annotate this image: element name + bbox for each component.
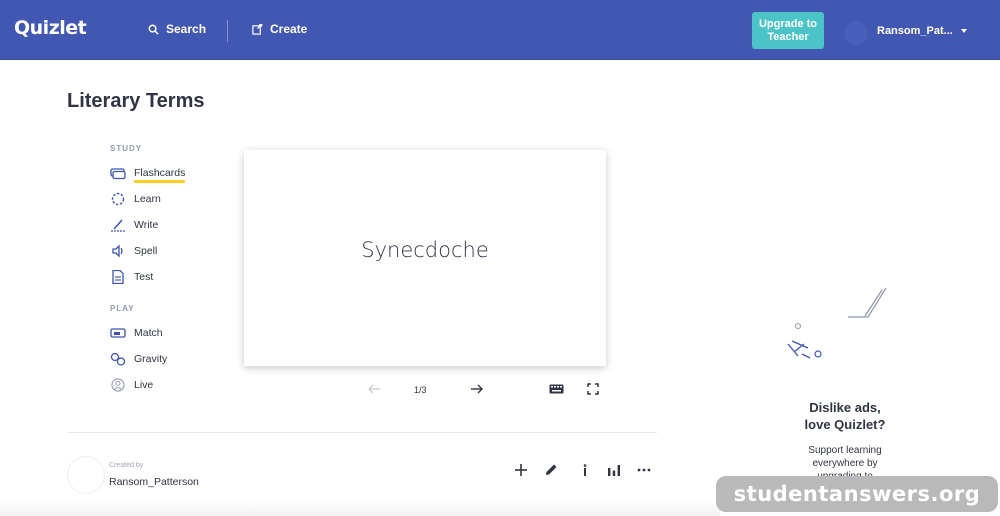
match-icon — [110, 328, 126, 338]
creator-avatar[interactable] — [67, 456, 105, 494]
created-by-label: Created by — [109, 462, 144, 469]
spell-icon — [112, 244, 123, 258]
gravity-icon — [110, 352, 126, 366]
write-icon — [111, 219, 125, 232]
search-icon — [148, 24, 159, 35]
card-counter: 1/3 — [414, 385, 427, 395]
top-navbar: Quizlet Search Create Upgrade to Teacher… — [0, 0, 1000, 60]
chevron-down-icon — [960, 29, 967, 33]
quizlet-logo[interactable]: Quizlet — [14, 17, 87, 39]
create-button[interactable]: Create — [252, 22, 307, 36]
flashcards-icon — [110, 168, 126, 180]
bar-chart-icon — [608, 465, 620, 476]
add-button[interactable] — [512, 461, 530, 479]
nav-divider — [227, 20, 228, 42]
bottom-shade — [0, 500, 720, 516]
learn-icon — [111, 192, 125, 206]
flashcard-term: Synecdoche — [361, 238, 489, 262]
test-icon — [112, 270, 124, 284]
sidebar-item-label: Test — [134, 271, 154, 283]
flashcard[interactable]: Synecdoche — [244, 150, 606, 366]
play-section-label: PLAY — [110, 304, 135, 313]
user-menu[interactable]: Ransom_Pat... — [877, 25, 967, 37]
fullscreen-icon[interactable] — [587, 383, 599, 395]
more-options-button[interactable] — [635, 461, 653, 479]
ad-title: Dislike ads, love Quizlet? — [804, 400, 886, 432]
create-icon — [252, 23, 263, 35]
sidebar-item-spell[interactable]: Spell — [110, 244, 157, 258]
sidebar-item-gravity[interactable]: Gravity — [110, 352, 167, 366]
more-icon — [637, 468, 651, 472]
info-icon — [583, 464, 587, 476]
stats-button[interactable] — [605, 461, 623, 479]
pencil-icon — [546, 464, 557, 475]
sidebar-item-flashcards[interactable]: Flashcards — [110, 166, 185, 180]
creator-name[interactable]: Ransom_Patterson — [109, 476, 199, 488]
sidebar-item-live[interactable]: Live — [110, 378, 153, 392]
sidebar-item-learn[interactable]: Learn — [110, 192, 161, 206]
study-section-label: STUDY — [110, 144, 143, 153]
sidebar-item-label: Live — [134, 379, 154, 391]
sidebar-item-label: Learn — [134, 193, 161, 205]
live-icon — [111, 378, 125, 392]
sidebar-item-match[interactable]: Match — [110, 326, 163, 340]
search-label: Search — [166, 22, 207, 36]
active-item-underline — [134, 180, 185, 183]
edit-button[interactable] — [542, 461, 560, 479]
info-button[interactable] — [576, 461, 594, 479]
previous-arrow-icon[interactable] — [367, 383, 381, 395]
username-label: Ransom_Pat... — [877, 25, 953, 37]
page-title: Literary Terms — [67, 90, 205, 112]
search-button[interactable]: Search — [148, 22, 206, 36]
upgrade-to-teacher-button[interactable]: Upgrade to Teacher — [752, 12, 824, 49]
watermark: studentanswers.org — [716, 476, 998, 512]
create-label: Create — [270, 22, 308, 36]
sidebar-item-label: Gravity — [134, 353, 168, 365]
sidebar-item-write[interactable]: Write — [110, 218, 158, 232]
sidebar-item-label: Match — [134, 327, 163, 339]
plus-icon — [515, 464, 527, 476]
sidebar-item-test[interactable]: Test — [110, 270, 153, 284]
section-divider — [67, 432, 657, 433]
keyboard-icon[interactable] — [549, 384, 564, 394]
ad-illustration — [787, 287, 887, 359]
next-arrow-icon[interactable] — [470, 383, 484, 395]
sidebar-item-label: Spell — [134, 245, 158, 257]
sidebar-item-label: Write — [134, 219, 159, 231]
sidebar-item-label: Flashcards — [134, 167, 186, 179]
user-avatar[interactable] — [844, 21, 868, 45]
